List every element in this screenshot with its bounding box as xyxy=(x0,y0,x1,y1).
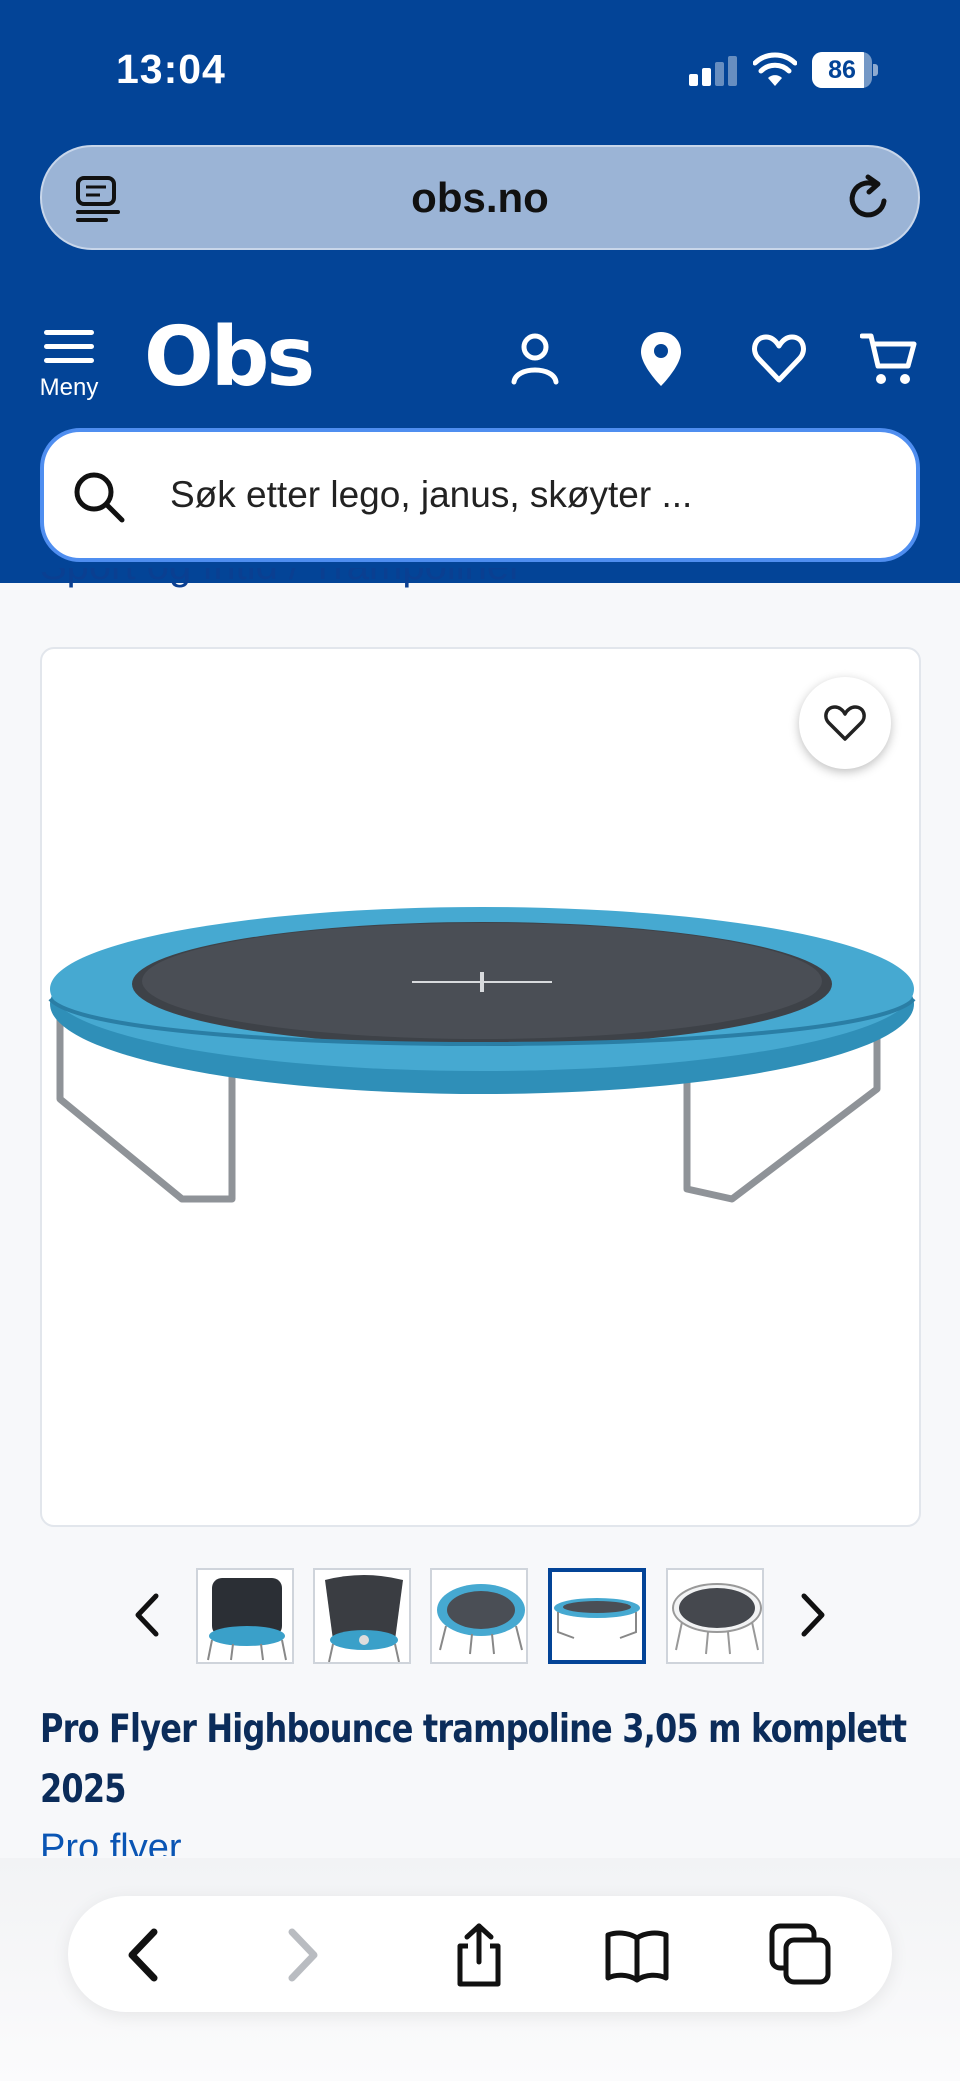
heart-icon[interactable] xyxy=(750,330,808,388)
obs-logo[interactable]: Obs xyxy=(144,317,315,399)
search-bar[interactable] xyxy=(40,428,920,562)
product-image-gallery[interactable] xyxy=(40,647,921,1527)
next-image-button[interactable] xyxy=(792,1590,832,1640)
thumbnail-3[interactable] xyxy=(430,1568,528,1664)
account-icon[interactable] xyxy=(506,330,564,388)
search-icon xyxy=(74,472,125,523)
bookmarks-icon[interactable] xyxy=(604,1922,670,1988)
tabs-icon[interactable] xyxy=(768,1922,834,1988)
menu-button[interactable]: Meny xyxy=(38,328,100,408)
cart-icon[interactable] xyxy=(860,330,918,388)
thumbnail-5[interactable] xyxy=(666,1568,764,1664)
toolbar-pill xyxy=(68,1896,892,2012)
thumbnail-1[interactable] xyxy=(196,1568,294,1664)
status-time: 13:04 xyxy=(116,46,226,92)
cellular-signal-icon xyxy=(689,56,737,86)
address-bar[interactable]: obs.no xyxy=(40,145,920,250)
product-brand-link[interactable]: Pro flyer xyxy=(40,1826,181,1856)
previous-image-button[interactable] xyxy=(128,1590,168,1640)
thumbnail-strip xyxy=(0,1564,960,1664)
reload-icon[interactable] xyxy=(844,173,894,223)
forward-icon[interactable] xyxy=(268,1922,334,1988)
site-nav: Meny Obs xyxy=(0,317,960,408)
battery-percent: 86 xyxy=(828,56,856,84)
back-icon[interactable] xyxy=(112,1922,178,1988)
breadcrumb[interactable]: Sport og fritid / Trampoliner xyxy=(40,568,640,588)
hamburger-icon xyxy=(44,328,94,364)
url-text[interactable]: obs.no xyxy=(42,147,918,248)
product-title: Pro Flyer Highbounce trampoline 3,05 m k… xyxy=(40,1707,907,1812)
heart-icon xyxy=(824,705,866,741)
share-icon[interactable] xyxy=(446,1922,512,1988)
battery-icon: 86 xyxy=(812,52,878,88)
search-input[interactable] xyxy=(170,452,870,538)
thumbnail-4[interactable] xyxy=(548,1568,646,1664)
add-to-favorites-button[interactable] xyxy=(799,677,891,769)
menu-label: Meny xyxy=(39,374,99,401)
trampoline-product-image xyxy=(48,907,916,1203)
thumbnail-2[interactable] xyxy=(313,1568,411,1664)
browser-toolbar xyxy=(0,1858,960,2081)
wifi-icon xyxy=(753,52,797,86)
site-header: 13:04 86 obs.no Meny Obs Søk etter lego,… xyxy=(0,0,960,583)
location-pin-icon[interactable] xyxy=(632,330,690,388)
